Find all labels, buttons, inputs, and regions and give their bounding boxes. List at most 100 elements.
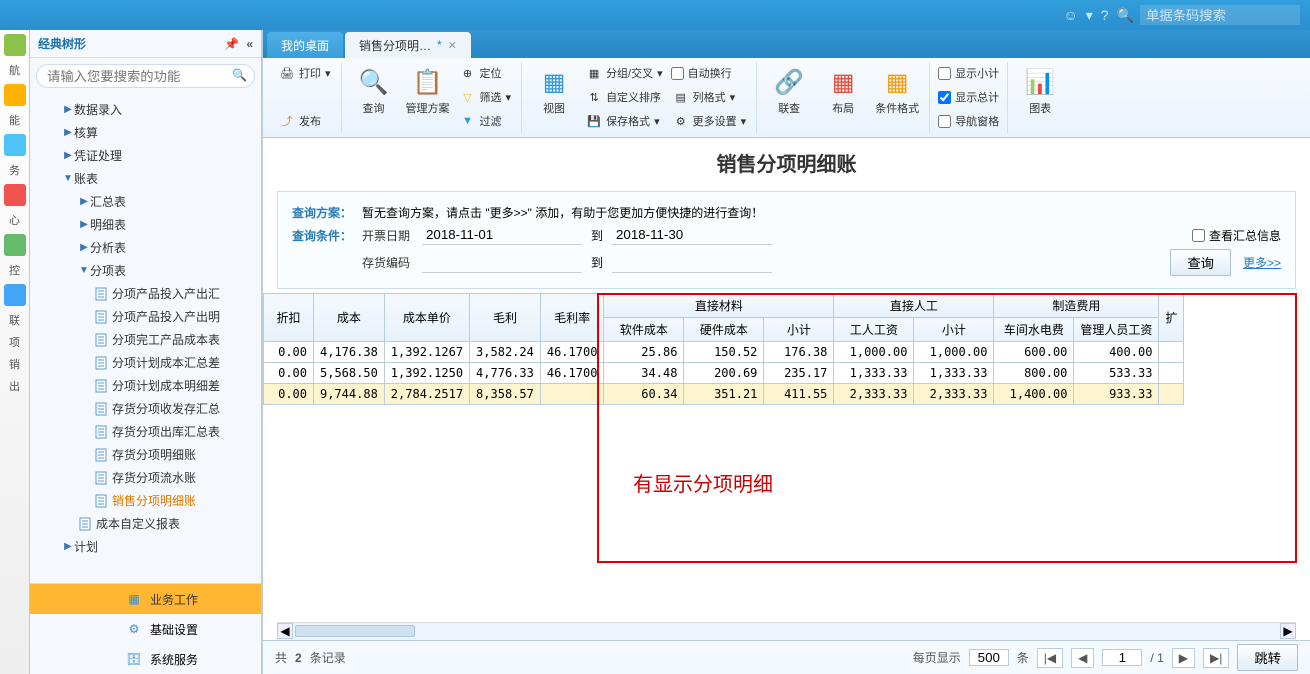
next-page-button[interactable]: ▶ — [1172, 648, 1195, 668]
chart-button[interactable]: 📊图表 — [1016, 62, 1064, 116]
strip-block[interactable] — [4, 34, 26, 56]
tree-label: 存货分项出库汇总表 — [112, 423, 220, 440]
tree-item[interactable]: 分项计划成本明细差 — [30, 374, 261, 397]
strip-block[interactable] — [4, 184, 26, 206]
strip-block[interactable] — [4, 234, 26, 256]
tree-item[interactable]: 销售分项明细账 — [30, 489, 261, 512]
pin-icon[interactable]: 📌 — [224, 37, 239, 51]
page-input[interactable] — [1102, 649, 1142, 666]
sidebar-bottom-item[interactable]: ▦业务工作 — [30, 584, 261, 614]
scroll-left-icon[interactable]: ◀ — [277, 623, 293, 639]
barcode-search-input[interactable] — [1140, 5, 1300, 25]
collapse-icon[interactable]: « — [246, 37, 253, 51]
strip-label: 出 — [9, 378, 20, 394]
tree-item[interactable]: 存货分项明细账 — [30, 443, 261, 466]
jump-button[interactable]: 跳转 — [1237, 644, 1298, 671]
customsort-button[interactable]: ⇅自定义排序 — [584, 86, 665, 108]
ribbon: 🖨打印▾ ⤴发布 🔍查询 📋管理方案 ⊕定位 ▽筛选▾ ▼过滤 ▦视图 ▦分组/… — [263, 58, 1310, 138]
tree-label: 销售分项明细账 — [112, 492, 196, 509]
strip-block[interactable] — [4, 134, 26, 156]
strip-block[interactable] — [4, 284, 26, 306]
content-area: 我的桌面销售分项明…*✕ 🖨打印▾ ⤴发布 🔍查询 📋管理方案 ⊕定位 ▽筛选▾… — [262, 30, 1310, 674]
tree-item[interactable]: ▶核算 — [30, 121, 261, 144]
tree-item[interactable]: 分项计划成本汇总差 — [30, 351, 261, 374]
stockcode-from-input[interactable] — [422, 253, 582, 273]
dropdown-icon[interactable]: ▾ — [1086, 7, 1093, 24]
viewsummary-check[interactable]: 查看汇总信息 — [1192, 227, 1281, 244]
tree-item[interactable]: 成本自定义报表 — [30, 512, 261, 535]
tree-item[interactable]: ▶汇总表 — [30, 190, 261, 213]
filter2-button[interactable]: ▼过滤 — [458, 110, 514, 132]
tree-item[interactable]: 存货分项收发存汇总 — [30, 397, 261, 420]
showsubtotal-check[interactable]: 显示小计 — [938, 62, 999, 84]
tree-item[interactable]: 存货分项出库汇总表 — [30, 420, 261, 443]
tree-item[interactable]: ▶凭证处理 — [30, 144, 261, 167]
autowrap-check[interactable]: 自动换行 — [671, 62, 749, 84]
tree-item[interactable]: ▶明细表 — [30, 213, 261, 236]
tree-item[interactable]: ▶计划 — [30, 535, 261, 558]
layout-button[interactable]: ▦布局 — [819, 62, 867, 116]
last-page-button[interactable]: ▶| — [1203, 648, 1229, 668]
sidebar-bottom-item[interactable]: 🗄系统服务 — [30, 644, 261, 674]
tree-item[interactable]: ▼分项表 — [30, 259, 261, 282]
prev-page-button[interactable]: ◀ — [1071, 648, 1094, 668]
pagesize-input[interactable] — [969, 649, 1009, 666]
tree-item[interactable]: 分项产品投入产出汇 — [30, 282, 261, 305]
query-submit-button[interactable]: 查询 — [1170, 249, 1231, 276]
help-icon[interactable]: ? — [1101, 7, 1109, 23]
publish-button[interactable]: ⤴发布 — [277, 110, 333, 132]
date-to-input[interactable] — [612, 225, 772, 245]
document-icon — [94, 379, 108, 393]
tree-item[interactable]: ▶数据录入 — [30, 98, 261, 121]
document-icon — [94, 471, 108, 485]
footer: 共 2 条记录 每页显示 条 |◀ ◀ / 1 ▶ ▶| 跳转 — [263, 640, 1310, 674]
savefmt-button[interactable]: 💾保存格式▾ — [584, 110, 665, 132]
table-row[interactable]: 0.009,744.882,784.25178,358.5760.34351.2… — [264, 384, 1184, 405]
sidebar-bottom-item[interactable]: ⚙基础设置 — [30, 614, 261, 644]
tree-item[interactable]: 分项完工产品成本表 — [30, 328, 261, 351]
strip-block[interactable] — [4, 84, 26, 106]
tree-label: 存货分项收发存汇总 — [112, 400, 220, 417]
tree-item[interactable]: ▼账表 — [30, 167, 261, 190]
grouping-button[interactable]: ▦分组/交叉▾ — [584, 62, 665, 84]
tree-label: 明细表 — [90, 216, 126, 233]
scroll-right-icon[interactable]: ▶ — [1280, 623, 1296, 639]
tree-item[interactable]: ▶分析表 — [30, 236, 261, 259]
smile-icon[interactable]: ☺ — [1063, 7, 1077, 23]
caret-icon: ▶ — [78, 242, 90, 253]
condfmt-button[interactable]: ▦条件格式 — [873, 62, 921, 116]
navpane-check[interactable]: 导航窗格 — [938, 110, 999, 132]
scroll-thumb[interactable] — [295, 625, 415, 637]
caret-icon: ▶ — [62, 541, 74, 552]
date-from-input[interactable] — [422, 225, 582, 245]
data-grid: 折扣成本成本单价毛利毛利率直接材料直接人工制造费用扩软件成本硬件成本小计工人工资… — [263, 293, 1184, 405]
filter-button[interactable]: ▽筛选▾ — [458, 86, 514, 108]
tree-item[interactable]: 存货分项流水账 — [30, 466, 261, 489]
colfmt-button[interactable]: ▤列格式▾ — [671, 86, 749, 108]
document-icon — [94, 287, 108, 301]
caret-icon: ▶ — [78, 219, 90, 230]
h-scrollbar[interactable]: ◀ ▶ — [277, 622, 1296, 640]
query-button[interactable]: 🔍查询 — [350, 62, 398, 116]
first-page-button[interactable]: |◀ — [1037, 648, 1063, 668]
mgmt-plan-button[interactable]: 📋管理方案 — [404, 62, 452, 116]
search-icon[interactable]: 🔍 — [232, 68, 247, 82]
drill-button[interactable]: 🔗联查 — [765, 62, 813, 116]
tree-item[interactable]: 分项产品投入产出明 — [30, 305, 261, 328]
strip-label: 项 — [9, 334, 20, 350]
more-link[interactable]: 更多>> — [1243, 254, 1281, 271]
moreset-button[interactable]: ⚙更多设置▾ — [671, 110, 749, 132]
print-button[interactable]: 🖨打印▾ — [277, 62, 333, 84]
table-row[interactable]: 0.004,176.381,392.12673,582.2446.170025.… — [264, 342, 1184, 363]
view-button[interactable]: ▦视图 — [530, 62, 578, 116]
stockcode-to-input[interactable] — [612, 253, 772, 273]
tab[interactable]: 我的桌面 — [267, 32, 343, 58]
category-icon: 🗄 — [126, 651, 142, 667]
caret-icon: ▶ — [62, 104, 74, 115]
showtotal-check[interactable]: 显示总计 — [938, 86, 999, 108]
table-row[interactable]: 0.005,568.501,392.12504,776.3346.170034.… — [264, 363, 1184, 384]
close-icon[interactable]: ✕ — [448, 39, 457, 52]
tab[interactable]: 销售分项明…*✕ — [345, 32, 471, 58]
sidebar-search-input[interactable] — [36, 64, 255, 88]
locate-button[interactable]: ⊕定位 — [458, 62, 514, 84]
